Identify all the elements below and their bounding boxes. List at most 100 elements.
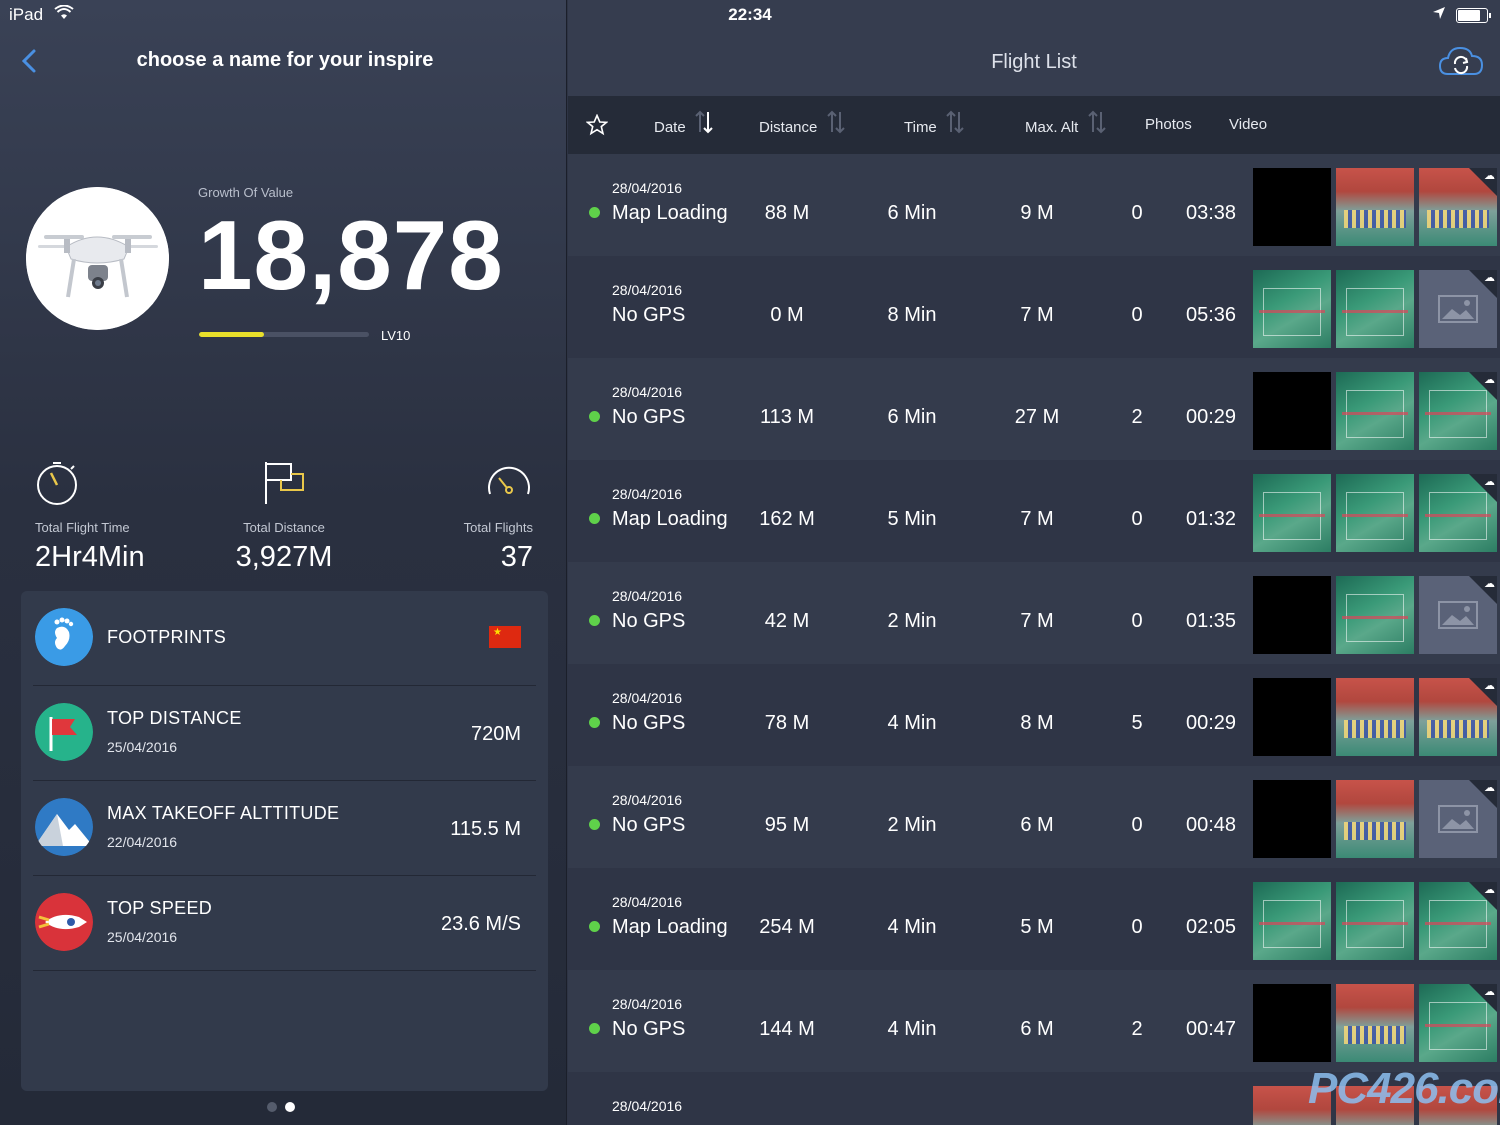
cloud-sync-button[interactable] [1438, 44, 1484, 83]
flight-time: 2 Min [887, 814, 937, 836]
flag-icon [265, 462, 304, 504]
record-footprints[interactable]: FOOTPRINTS ★ [33, 591, 536, 686]
flight-time: 5 Min [887, 508, 937, 530]
flight-thumbnail[interactable] [1253, 678, 1331, 756]
flight-date: 28/04/2016 [612, 894, 683, 910]
record-title: FOOTPRINTS [107, 627, 226, 647]
flight-status: Map Loading [612, 202, 728, 224]
flight-row[interactable]: 28/04/2016 No GPS 78 M 4 Min 8 M 5 00:29… [568, 664, 1500, 766]
flight-thumbnail[interactable] [1253, 474, 1331, 552]
flight-thumbnail[interactable] [1253, 270, 1331, 348]
status-dot [589, 615, 600, 626]
china-flag-icon: ★ [489, 626, 521, 648]
cloud-icon: ☁ [1484, 884, 1495, 896]
record-value: 23.6 M/S [440, 913, 521, 935]
page-dot[interactable] [267, 1102, 277, 1112]
flight-photos: 0 [1131, 610, 1143, 632]
record-top-distance[interactable]: TOP DISTANCE 25/04/2016 720M [33, 686, 536, 781]
flight-thumbnail[interactable]: ☁ [1419, 474, 1497, 552]
flight-photos: 0 [1131, 916, 1143, 938]
column-label: Date [654, 118, 686, 136]
flight-photos: 5 [1131, 712, 1143, 734]
status-bar: iPad 22:34 [0, 0, 1500, 30]
record-date: 25/04/2016 [107, 739, 178, 755]
flight-video: 03:38 [1185, 202, 1237, 224]
flight-thumbnail[interactable]: ☁ [1419, 270, 1497, 348]
page-indicator[interactable] [267, 1099, 303, 1117]
flight-row[interactable]: 28/04/2016 No GPS 42 M 2 Min 7 M 0 01:35… [568, 562, 1500, 664]
flight-photos: 0 [1131, 202, 1143, 224]
flight-thumbnail[interactable] [1253, 780, 1331, 858]
flight-thumbnail[interactable] [1253, 168, 1331, 246]
flight-date: 28/04/2016 [612, 792, 683, 808]
flight-thumbnail[interactable] [1336, 678, 1414, 756]
flight-distance: 0 M [770, 304, 804, 326]
flight-thumbnail[interactable] [1336, 780, 1414, 858]
flight-thumbnail[interactable] [1253, 984, 1331, 1062]
flight-thumbnail[interactable] [1336, 984, 1414, 1062]
flight-distance: 95 M [764, 814, 810, 836]
column-time[interactable]: Time [904, 110, 965, 140]
record-top-speed[interactable]: TOP SPEED 25/04/2016 23.6 M/S [33, 876, 536, 971]
growth-value: 18,878 [198, 200, 504, 310]
cloud-icon: ☁ [1484, 680, 1495, 692]
flight-date: 28/04/2016 [612, 588, 683, 604]
page-dot-active[interactable] [285, 1102, 295, 1112]
flight-video: 01:35 [1185, 610, 1237, 632]
status-dot [589, 921, 600, 932]
flight-thumbnail[interactable]: ☁ [1419, 780, 1497, 858]
column-distance[interactable]: Distance [759, 110, 846, 140]
column-max-alt[interactable]: Max. Alt [1025, 110, 1107, 140]
record-max-altitude[interactable]: MAX TAKEOFF ALTTITUDE 22/04/2016 115.5 M [33, 781, 536, 876]
flight-thumbnail[interactable]: ☁ [1419, 576, 1497, 654]
flight-thumbnail[interactable] [1253, 372, 1331, 450]
flight-thumbnail[interactable]: ☁ [1419, 984, 1497, 1062]
record-title: MAX TAKEOFF ALTTITUDE [107, 803, 340, 823]
flight-thumbnail[interactable]: ☁ [1419, 372, 1497, 450]
flight-thumbnail[interactable]: ☁ [1419, 882, 1497, 960]
flight-thumbnail[interactable] [1336, 882, 1414, 960]
cloud-icon: ☁ [1484, 374, 1495, 386]
flight-row[interactable]: 28/04/2016 Map Loading 162 M 5 Min 7 M 0… [568, 460, 1500, 562]
flight-row[interactable]: 28/04/2016 No GPS 95 M 2 Min 6 M 0 00:48… [568, 766, 1500, 868]
flight-thumbnail[interactable] [1253, 576, 1331, 654]
flight-thumbnail[interactable] [1336, 474, 1414, 552]
status-dot [589, 207, 600, 218]
flight-max-alt: 9 M [1020, 202, 1054, 224]
favorite-filter-button[interactable] [585, 113, 609, 140]
flight-thumbnail[interactable] [1336, 372, 1414, 450]
flight-distance: 113 M [759, 406, 815, 428]
level-progress-bar [199, 332, 369, 337]
drone-icon [26, 187, 169, 330]
flight-date: 28/04/2016 [612, 1098, 683, 1114]
flight-max-alt: 27 M [1014, 406, 1060, 428]
flight-row[interactable]: 28/04/2016 No GPS 144 M 4 Min 6 M 2 00:4… [568, 970, 1500, 1072]
record-date: 25/04/2016 [107, 929, 178, 945]
flight-time: 2 Min [887, 610, 937, 632]
flight-status: No GPS [612, 610, 686, 632]
back-button[interactable] [16, 46, 44, 76]
flight-thumbnail[interactable] [1336, 168, 1414, 246]
flight-status: No GPS [612, 406, 686, 428]
aircraft-name-title[interactable]: choose a name for your inspire [60, 49, 510, 72]
flight-status: Map Loading [612, 916, 728, 938]
flight-row[interactable]: 28/04/2016 Map Loading 254 M 4 Min 5 M 0… [568, 868, 1500, 970]
status-dot [589, 819, 600, 830]
flight-row[interactable]: 28/04/2016 No GPS 0 M 8 Min 7 M 0 05:36 … [568, 256, 1500, 358]
flight-thumbnail[interactable]: ☁ [1419, 678, 1497, 756]
cloud-icon: ☁ [1484, 170, 1495, 182]
column-date[interactable]: Date [654, 110, 714, 140]
cloud-icon: ☁ [1484, 986, 1495, 998]
cloud-icon: ☁ [1484, 578, 1495, 590]
location-arrow-icon [1432, 5, 1446, 25]
flight-row[interactable]: 28/04/2016 Map Loading 88 M 6 Min 9 M 0 … [568, 154, 1500, 256]
column-label: Max. Alt [1025, 118, 1079, 136]
flight-thumbnail[interactable] [1253, 882, 1331, 960]
flight-status: Map Loading [612, 508, 728, 530]
flight-row[interactable]: 28/04/2016 No GPS 113 M 6 Min 27 M 2 00:… [568, 358, 1500, 460]
flight-thumbnail[interactable]: ☁ [1419, 168, 1497, 246]
footprint-icon [35, 608, 93, 666]
flight-video: 02:05 [1185, 916, 1237, 938]
flight-thumbnail[interactable] [1336, 576, 1414, 654]
flight-thumbnail[interactable] [1336, 270, 1414, 348]
